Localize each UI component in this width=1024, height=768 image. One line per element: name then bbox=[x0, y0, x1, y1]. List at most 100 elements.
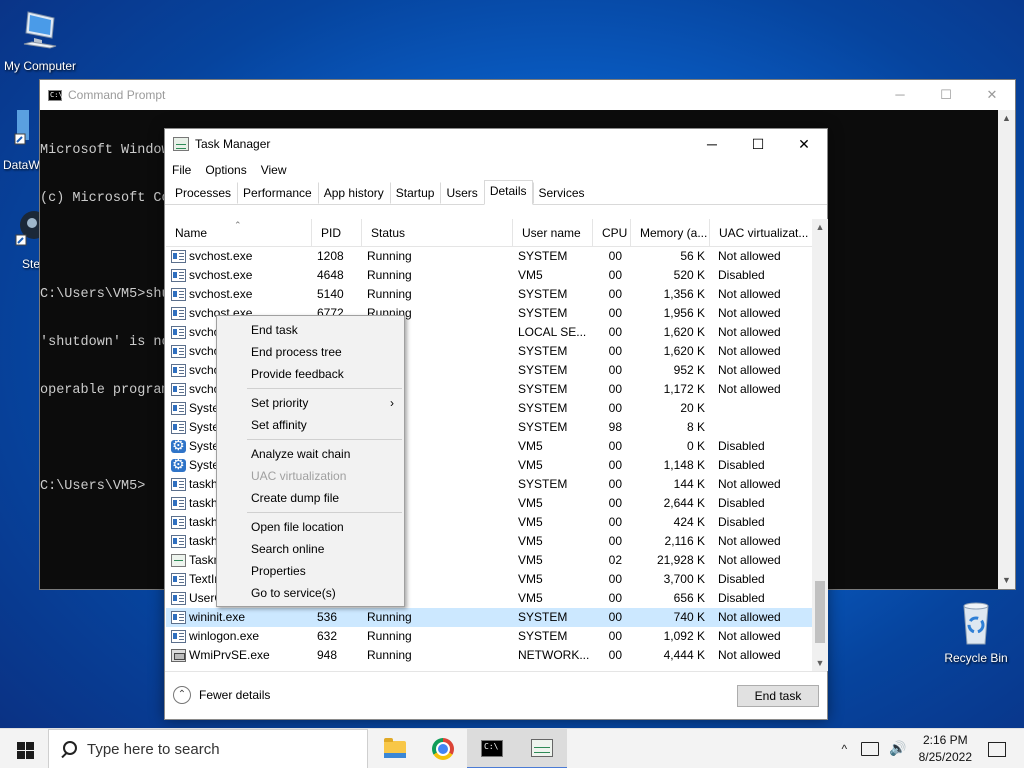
taskbar-chrome[interactable] bbox=[418, 729, 468, 768]
pid-cell: 948 bbox=[317, 648, 338, 662]
table-row[interactable]: WmiPrvSE.exe 948 Running NETWORK... 00 4,444 … bbox=[166, 646, 812, 665]
uac-cell: Disabled bbox=[718, 439, 765, 453]
menu-item-label: End task bbox=[251, 323, 298, 337]
desktop-icon-recycle-bin[interactable]: Recycle Bin bbox=[936, 600, 1016, 665]
status-cell: Running bbox=[367, 268, 412, 282]
details-scrollbar[interactable]: ▲ ▼ bbox=[812, 219, 828, 671]
notifications-icon[interactable] bbox=[988, 741, 1006, 757]
pid-cell: 1208 bbox=[317, 249, 344, 263]
user-cell: VM5 bbox=[518, 534, 543, 548]
start-button[interactable] bbox=[0, 729, 48, 768]
user-cell: VM5 bbox=[518, 553, 543, 567]
minimize-button[interactable]: ─ bbox=[877, 80, 923, 110]
table-row[interactable]: svchost.exe 5140 Running SYSTEM 00 1,356 K Not… bbox=[166, 285, 812, 304]
fewer-details-button[interactable]: ⌃ Fewer details bbox=[173, 686, 270, 704]
table-row[interactable]: svchost.exe 1208 Running SYSTEM 00 56 K Not al… bbox=[166, 247, 812, 266]
memory-cell: 520 K bbox=[673, 268, 705, 282]
context-menu-item[interactable]: Properties bbox=[217, 560, 404, 582]
scroll-down-arrow-icon[interactable]: ▼ bbox=[812, 655, 828, 671]
table-row[interactable]: wininit.exe 536 Running SYSTEM 00 740 K Not al… bbox=[166, 608, 812, 627]
context-menu-item[interactable]: Set priority › bbox=[217, 392, 404, 414]
process-name: WmiPrvSE.exe bbox=[189, 648, 270, 662]
end-task-button[interactable]: End task bbox=[737, 685, 819, 707]
column-header-pid[interactable]: PID bbox=[312, 219, 362, 247]
context-menu-item[interactable]: Go to service(s) bbox=[217, 582, 404, 604]
chevron-up-icon[interactable]: ^ bbox=[842, 742, 848, 756]
tab-processes[interactable]: Processes bbox=[169, 182, 237, 204]
menu-item-label: Search online bbox=[251, 542, 325, 556]
process-icon bbox=[171, 649, 186, 662]
taskbar-task-manager[interactable] bbox=[517, 729, 567, 768]
process-icon bbox=[171, 497, 186, 510]
user-cell: VM5 bbox=[518, 591, 543, 605]
menu-view[interactable]: View bbox=[261, 163, 287, 177]
close-button[interactable]: ✕ bbox=[969, 80, 1015, 110]
desktop-icon-partial-ste[interactable]: Ste bbox=[14, 205, 48, 271]
column-header-user[interactable]: User name bbox=[513, 219, 593, 247]
process-name: svchost.exe bbox=[189, 287, 253, 301]
cpu-cell: 00 bbox=[608, 249, 622, 263]
cpu-cell: 00 bbox=[608, 439, 622, 453]
column-header-memory[interactable]: Memory (a... bbox=[631, 219, 710, 247]
memory-cell: 20 K bbox=[680, 401, 705, 415]
cpu-cell: 98 bbox=[608, 420, 622, 434]
clock-time: 2:16 PM bbox=[922, 733, 968, 747]
process-icon bbox=[171, 573, 186, 586]
menu-file[interactable]: File bbox=[172, 163, 191, 177]
close-button[interactable]: ✕ bbox=[781, 129, 827, 159]
tab-app-history[interactable]: App history bbox=[317, 182, 390, 204]
desktop-icon-label: DataW bbox=[3, 158, 40, 172]
tab-performance[interactable]: Performance bbox=[237, 182, 318, 204]
tab-users[interactable]: Users bbox=[440, 182, 483, 204]
desktop-icon-label: My Computer bbox=[3, 59, 77, 73]
taskbar-file-explorer[interactable] bbox=[370, 729, 420, 768]
taskbar-command-prompt[interactable]: C:\ bbox=[467, 729, 517, 768]
scroll-up-arrow-icon[interactable]: ▲ bbox=[998, 110, 1015, 127]
process-name: TextIr bbox=[189, 572, 219, 586]
scroll-down-arrow-icon[interactable]: ▼ bbox=[998, 572, 1015, 589]
table-row[interactable]: svchost.exe 4648 Running VM5 00 520 K Disabled bbox=[166, 266, 812, 285]
cmd-title-bar[interactable]: C:\ Command Prompt bbox=[40, 80, 1015, 110]
clock[interactable]: 2:16 PM 8/25/2022 bbox=[919, 732, 972, 766]
taskbar-search-box[interactable]: Type here to search bbox=[48, 729, 368, 768]
process-icon bbox=[171, 554, 186, 567]
desktop-icon-my-computer[interactable]: My Computer bbox=[0, 8, 80, 73]
process-icon bbox=[171, 364, 186, 377]
context-menu-item[interactable]: Analyze wait chain bbox=[217, 443, 404, 465]
table-row[interactable]: winlogon.exe 632 Running SYSTEM 00 1,092 K Not… bbox=[166, 627, 812, 646]
minimize-button[interactable]: ─ bbox=[689, 129, 735, 159]
desktop-icon-partial-dataw[interactable]: DataW bbox=[3, 108, 40, 172]
menu-options[interactable]: Options bbox=[205, 163, 246, 177]
scrollbar-thumb[interactable] bbox=[815, 581, 825, 643]
cpu-cell: 00 bbox=[608, 363, 622, 377]
tab-details[interactable]: Details bbox=[483, 180, 533, 205]
context-menu-item[interactable]: End process tree bbox=[217, 341, 404, 363]
tab-startup[interactable]: Startup bbox=[389, 182, 441, 204]
maximize-button[interactable]: ☐ bbox=[735, 129, 781, 159]
context-menu-item: UAC virtualization bbox=[217, 465, 404, 487]
maximize-button[interactable]: ☐ bbox=[923, 80, 969, 110]
column-header-status[interactable]: Status bbox=[362, 219, 513, 247]
context-menu-item[interactable]: End task bbox=[217, 319, 404, 341]
column-header-cpu[interactable]: CPU bbox=[593, 219, 631, 247]
cpu-cell: 00 bbox=[608, 572, 622, 586]
volume-icon[interactable]: 🔊 bbox=[889, 741, 906, 757]
context-menu-item[interactable]: Create dump file bbox=[217, 487, 404, 509]
context-menu-item[interactable]: Open file location bbox=[217, 516, 404, 538]
cpu-cell: 00 bbox=[608, 401, 622, 415]
cmd-title: Command Prompt bbox=[68, 88, 166, 102]
context-menu-item[interactable]: Set affinity bbox=[217, 414, 404, 436]
scroll-up-arrow-icon[interactable]: ▲ bbox=[812, 219, 828, 235]
process-icon bbox=[171, 383, 186, 396]
context-menu-item[interactable]: Provide feedback bbox=[217, 363, 404, 385]
cpu-cell: 00 bbox=[608, 477, 622, 491]
network-icon[interactable] bbox=[861, 742, 880, 756]
column-header-name[interactable]: Name ⌃ bbox=[166, 219, 312, 247]
user-cell: VM5 bbox=[518, 458, 543, 472]
tab-services[interactable]: Services bbox=[532, 182, 591, 204]
cmd-scrollbar[interactable]: ▲ ▼ bbox=[998, 110, 1015, 589]
process-name: winlogon.exe bbox=[189, 629, 260, 643]
context-menu-item[interactable]: Search online bbox=[217, 538, 404, 560]
column-header-uac[interactable]: UAC virtualizat... bbox=[710, 219, 812, 247]
process-name: taskh bbox=[189, 534, 218, 548]
